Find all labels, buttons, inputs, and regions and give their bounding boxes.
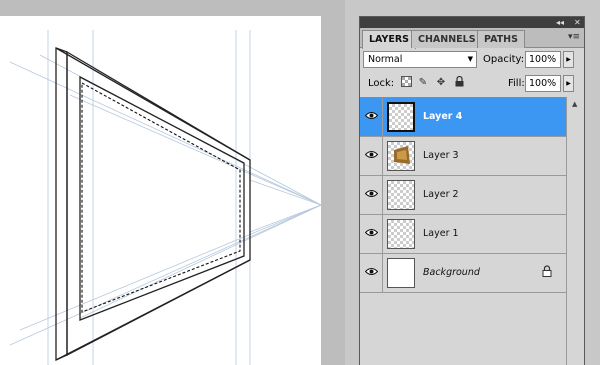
eye-icon: [365, 190, 378, 197]
eye-icon: [365, 112, 378, 119]
layer-row-layer-2[interactable]: Layer 2: [360, 176, 566, 215]
layer-name: Layer 1: [423, 228, 459, 239]
blend-mode-select[interactable]: Normal ▼: [363, 51, 477, 68]
document-canvas[interactable]: [0, 16, 321, 365]
visibility-toggle[interactable]: [360, 215, 383, 253]
tab-channels[interactable]: CHANNELS: [411, 30, 483, 48]
layer-row-background[interactable]: Background: [360, 254, 566, 293]
layer-name: Layer 2: [423, 189, 459, 200]
layer-name: Background: [423, 267, 480, 278]
visibility-toggle[interactable]: [360, 254, 383, 292]
layer-thumbnail: [387, 141, 415, 171]
tab-paths[interactable]: PATHS: [477, 30, 525, 48]
chevron-down-icon: ▼: [467, 55, 473, 63]
layer-thumbnail: [387, 102, 415, 132]
lock-label: Lock:: [368, 78, 395, 89]
layer-name: Layer 3: [423, 150, 459, 161]
blend-row: Normal ▼ Opacity: 100% ▶: [360, 48, 584, 72]
panel-tabs: LAYERS CHANNELS PATHS ▾≡: [360, 28, 584, 49]
close-icon[interactable]: ✕: [574, 17, 581, 28]
panel-menu-icon[interactable]: ▾≡: [568, 32, 580, 42]
image-thumbnail-icon: [394, 146, 410, 164]
canvas-area[interactable]: [0, 0, 345, 365]
layer-row-layer-3[interactable]: Layer 3: [360, 137, 566, 176]
layer-name: Layer 4: [423, 111, 463, 122]
opacity-slider-button[interactable]: ▶: [563, 51, 574, 68]
layer-thumbnail: [387, 180, 415, 210]
collapse-icon[interactable]: ◂◂: [556, 17, 564, 28]
visibility-toggle[interactable]: [360, 98, 383, 136]
lock-position-icon[interactable]: ✥: [434, 76, 448, 90]
lock-row: Lock: ✎ ✥ Fill: 100% ▶: [360, 72, 584, 96]
blend-mode-value: Normal: [368, 54, 403, 65]
layer-row-layer-1[interactable]: Layer 1: [360, 215, 566, 254]
layers-list: Layer 4 Layer 3 Layer 2 Layer 1 Backgrou…: [360, 97, 566, 365]
layers-scrollbar[interactable]: ▲: [566, 97, 584, 365]
tab-layers[interactable]: LAYERS: [362, 30, 417, 49]
fill-input[interactable]: 100%: [525, 75, 561, 92]
layer-thumbnail: [387, 258, 415, 288]
lock-icon: [542, 265, 552, 277]
layers-panel: ◂◂ ✕ LAYERS CHANNELS PATHS ▾≡ Normal ▼ O…: [359, 16, 585, 365]
layer-thumbnail: [387, 219, 415, 249]
eye-icon: [365, 268, 378, 275]
opacity-label: Opacity:: [483, 54, 525, 65]
visibility-toggle[interactable]: [360, 176, 383, 214]
lock-all-icon[interactable]: [452, 75, 466, 90]
lock-image-icon[interactable]: ✎: [416, 76, 430, 90]
eye-icon: [365, 151, 378, 158]
opacity-input[interactable]: 100%: [525, 51, 561, 68]
lock-transparent-icon[interactable]: [399, 76, 413, 90]
panel-topbar: ◂◂ ✕: [360, 17, 584, 28]
perspective-frame-drawing: [9, 30, 321, 365]
fill-label: Fill:: [508, 78, 525, 89]
layer-row-layer-4[interactable]: Layer 4: [360, 98, 566, 137]
eye-icon: [365, 229, 378, 236]
scroll-up-icon[interactable]: ▲: [572, 100, 577, 108]
fill-slider-button[interactable]: ▶: [563, 75, 574, 92]
visibility-toggle[interactable]: [360, 137, 383, 175]
